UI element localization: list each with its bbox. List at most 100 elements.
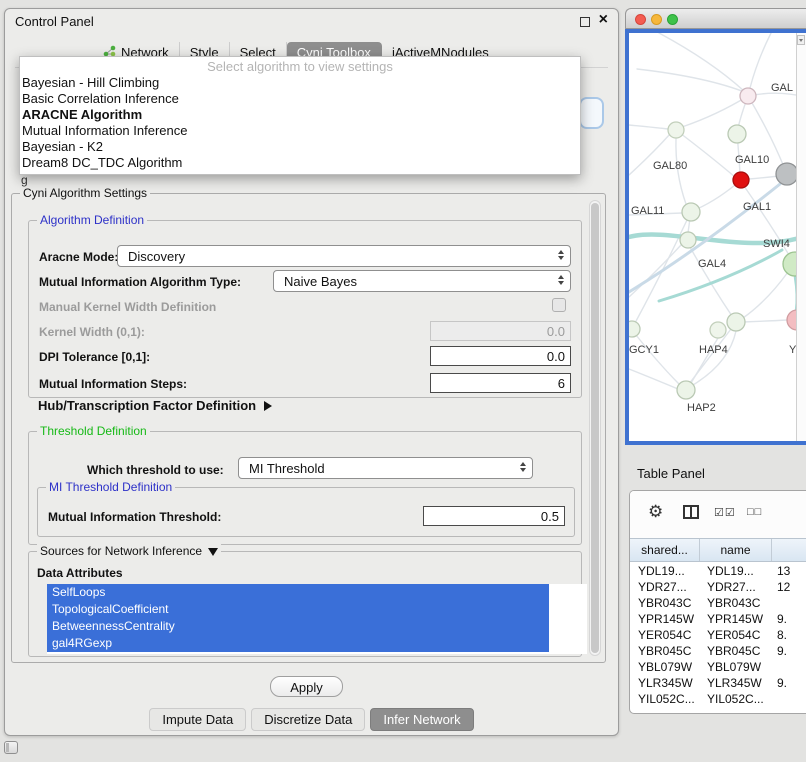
combobox-stepper-icon (558, 275, 564, 285)
mi-steps-label: Mutual Information Steps: (39, 377, 187, 391)
dpi-tolerance-field[interactable]: 0.0 (430, 346, 571, 366)
table-row[interactable]: YER054CYER054C8. (630, 627, 806, 643)
mi-type-label: Mutual Information Algorithm Type: (39, 275, 241, 289)
algorithm-option[interactable]: Bayesian - K2 (20, 139, 580, 155)
which-threshold-combobox[interactable]: MI Threshold (238, 457, 533, 479)
table-cell: YLR345W (700, 675, 772, 691)
attribute-list-item[interactable]: TopologicalCoefficient (47, 601, 549, 618)
mi-threshold-group-title: MI Threshold Definition (46, 480, 175, 494)
kernel-width-field[interactable]: 0.0 (430, 321, 571, 341)
table-cell (772, 595, 806, 611)
sources-group-label: Sources for Network Inference (40, 544, 202, 558)
svg-text:HAP4: HAP4 (699, 344, 728, 356)
threshold-definition-title: Threshold Definition (37, 424, 150, 438)
network-scrollbar[interactable] (796, 33, 806, 441)
minimize-traffic-light-icon[interactable] (651, 14, 662, 25)
table-cell: YIL052C... (630, 691, 700, 707)
algorithm-definition-group: Algorithm Definition Aracne Mode: Discov… (28, 220, 582, 398)
hub-section-toggle[interactable]: Hub/Transcription Factor Definition (38, 398, 272, 413)
table-row[interactable]: YIL052C...YIL052C... (630, 691, 806, 707)
table-cell: YBL079W (700, 659, 772, 675)
window-title: Control Panel (15, 14, 94, 29)
table-cell: YBR043C (700, 595, 772, 611)
mi-type-combobox[interactable]: Naive Bayes (273, 270, 571, 292)
desktop: Control Panel × NetworkStyleSelectCyni T… (0, 0, 806, 762)
table-cell: YER054C (700, 627, 772, 643)
table-row[interactable]: YDR27...YDR27...12 (630, 579, 806, 595)
table-cell: YBR045C (700, 643, 772, 659)
table-cell: YPR145W (630, 611, 700, 627)
table-cell: 9. (772, 675, 806, 691)
table-cell: 12 (772, 579, 806, 595)
table-rows: YDL19...YDL19...13YDR27...YDR27...12YBR0… (630, 563, 806, 713)
network-window-titlebar[interactable] (625, 8, 806, 29)
column-header-third[interactable] (772, 539, 806, 561)
sources-group: Sources for Network Inference Data Attri… (28, 551, 582, 657)
table-toolbar: ⚙ ☑☑ □□ (630, 491, 806, 538)
network-graph[interactable]: GALGAL80GAL10GAL11GAL1SWI4GAL4GCY1HAP4YH… (629, 33, 806, 441)
minimized-panel-icon[interactable] (4, 741, 18, 754)
apply-button[interactable]: Apply (270, 676, 343, 697)
table-cell: YPR145W (700, 611, 772, 627)
attribute-list[interactable]: SelfLoopsTopologicalCoefficientBetweenne… (47, 584, 587, 654)
kernel-width-label: Kernel Width (0,1): (39, 325, 145, 339)
attribute-list-item[interactable]: SelfLoops (47, 584, 549, 601)
table-cell: YDL19... (630, 563, 700, 579)
columns-icon[interactable] (683, 505, 699, 519)
mi-threshold-field[interactable]: 0.5 (423, 506, 565, 526)
algorithm-option[interactable]: ARACNE Algorithm (20, 107, 580, 123)
table-cell: YBL079W (630, 659, 700, 675)
bottom-tab-impute-data[interactable]: Impute Data (149, 708, 246, 731)
table-row[interactable]: YDL19...YDL19...13 (630, 563, 806, 579)
unchecked-boxes-icon[interactable]: □□ (747, 506, 762, 518)
obscured-text-fragment: g (21, 173, 28, 187)
algorithm-definition-title: Algorithm Definition (37, 213, 147, 227)
scrollbar-thumb[interactable] (591, 203, 599, 653)
svg-text:GAL1: GAL1 (743, 201, 771, 213)
table-row[interactable]: YBR045CYBR045C9. (630, 643, 806, 659)
table-cell: 9. (772, 643, 806, 659)
manual-kernel-checkbox[interactable] (552, 298, 566, 312)
mi-steps-field[interactable]: 6 (430, 373, 571, 393)
algorithm-option[interactable]: Dream8 DC_TDC Algorithm (20, 155, 580, 171)
table-cell: YDR27... (700, 579, 772, 595)
obscured-control-fragment (579, 97, 604, 129)
close-icon[interactable]: × (599, 11, 608, 29)
float-window-icon[interactable] (580, 17, 590, 27)
network-canvas[interactable]: GALGAL80GAL10GAL11GAL1SWI4GAL4GCY1HAP4YH… (625, 29, 806, 445)
svg-text:GAL11: GAL11 (631, 205, 664, 217)
svg-text:GCY1: GCY1 (629, 344, 659, 356)
columns-icon-divider (690, 507, 692, 517)
algorithm-option[interactable]: Basic Correlation Inference (20, 91, 580, 107)
collapsed-arrow-icon (264, 401, 272, 411)
algorithm-option[interactable]: Mutual Information Inference (20, 123, 580, 139)
svg-text:SWI4: SWI4 (763, 238, 790, 250)
attribute-list-item[interactable]: gal4RGexp (47, 635, 549, 652)
scroll-arrow-icon[interactable] (797, 35, 805, 45)
table-cell: YBR045C (630, 643, 700, 659)
aracne-mode-combobox[interactable]: Discovery (117, 245, 571, 267)
data-attributes-label: Data Attributes (37, 566, 123, 580)
table-cell: 9. (772, 611, 806, 627)
bottom-tab-discretize-data[interactable]: Discretize Data (251, 708, 365, 731)
column-header-name[interactable]: name (700, 539, 772, 561)
settings-scrollbar[interactable] (589, 200, 601, 656)
close-traffic-light-icon[interactable] (635, 14, 646, 25)
dropdown-placeholder-item[interactable]: Select algorithm to view settings (20, 59, 580, 75)
algorithm-option[interactable]: Bayesian - Hill Climbing (20, 75, 580, 91)
bottom-tab-infer-network[interactable]: Infer Network (370, 708, 473, 731)
gear-icon[interactable]: ⚙ (648, 502, 663, 522)
table-row[interactable]: YBR043CYBR043C (630, 595, 806, 611)
table-cell: 8. (772, 627, 806, 643)
checked-boxes-icon[interactable]: ☑☑ (714, 506, 736, 519)
column-header-shared-name[interactable]: shared... (630, 539, 700, 561)
table-row[interactable]: YLR345WYLR345W9. (630, 675, 806, 691)
table-row[interactable]: YBL079WYBL079W (630, 659, 806, 675)
hub-section-label: Hub/Transcription Factor Definition (38, 398, 256, 413)
sources-group-title[interactable]: Sources for Network Inference (37, 544, 221, 558)
attribute-list-item[interactable]: BetweennessCentrality (47, 618, 549, 635)
svg-text:GAL4: GAL4 (698, 258, 726, 270)
zoom-traffic-light-icon[interactable] (667, 14, 678, 25)
threshold-definition-group: Threshold Definition Which threshold to … (28, 431, 582, 545)
table-row[interactable]: YPR145WYPR145W9. (630, 611, 806, 627)
